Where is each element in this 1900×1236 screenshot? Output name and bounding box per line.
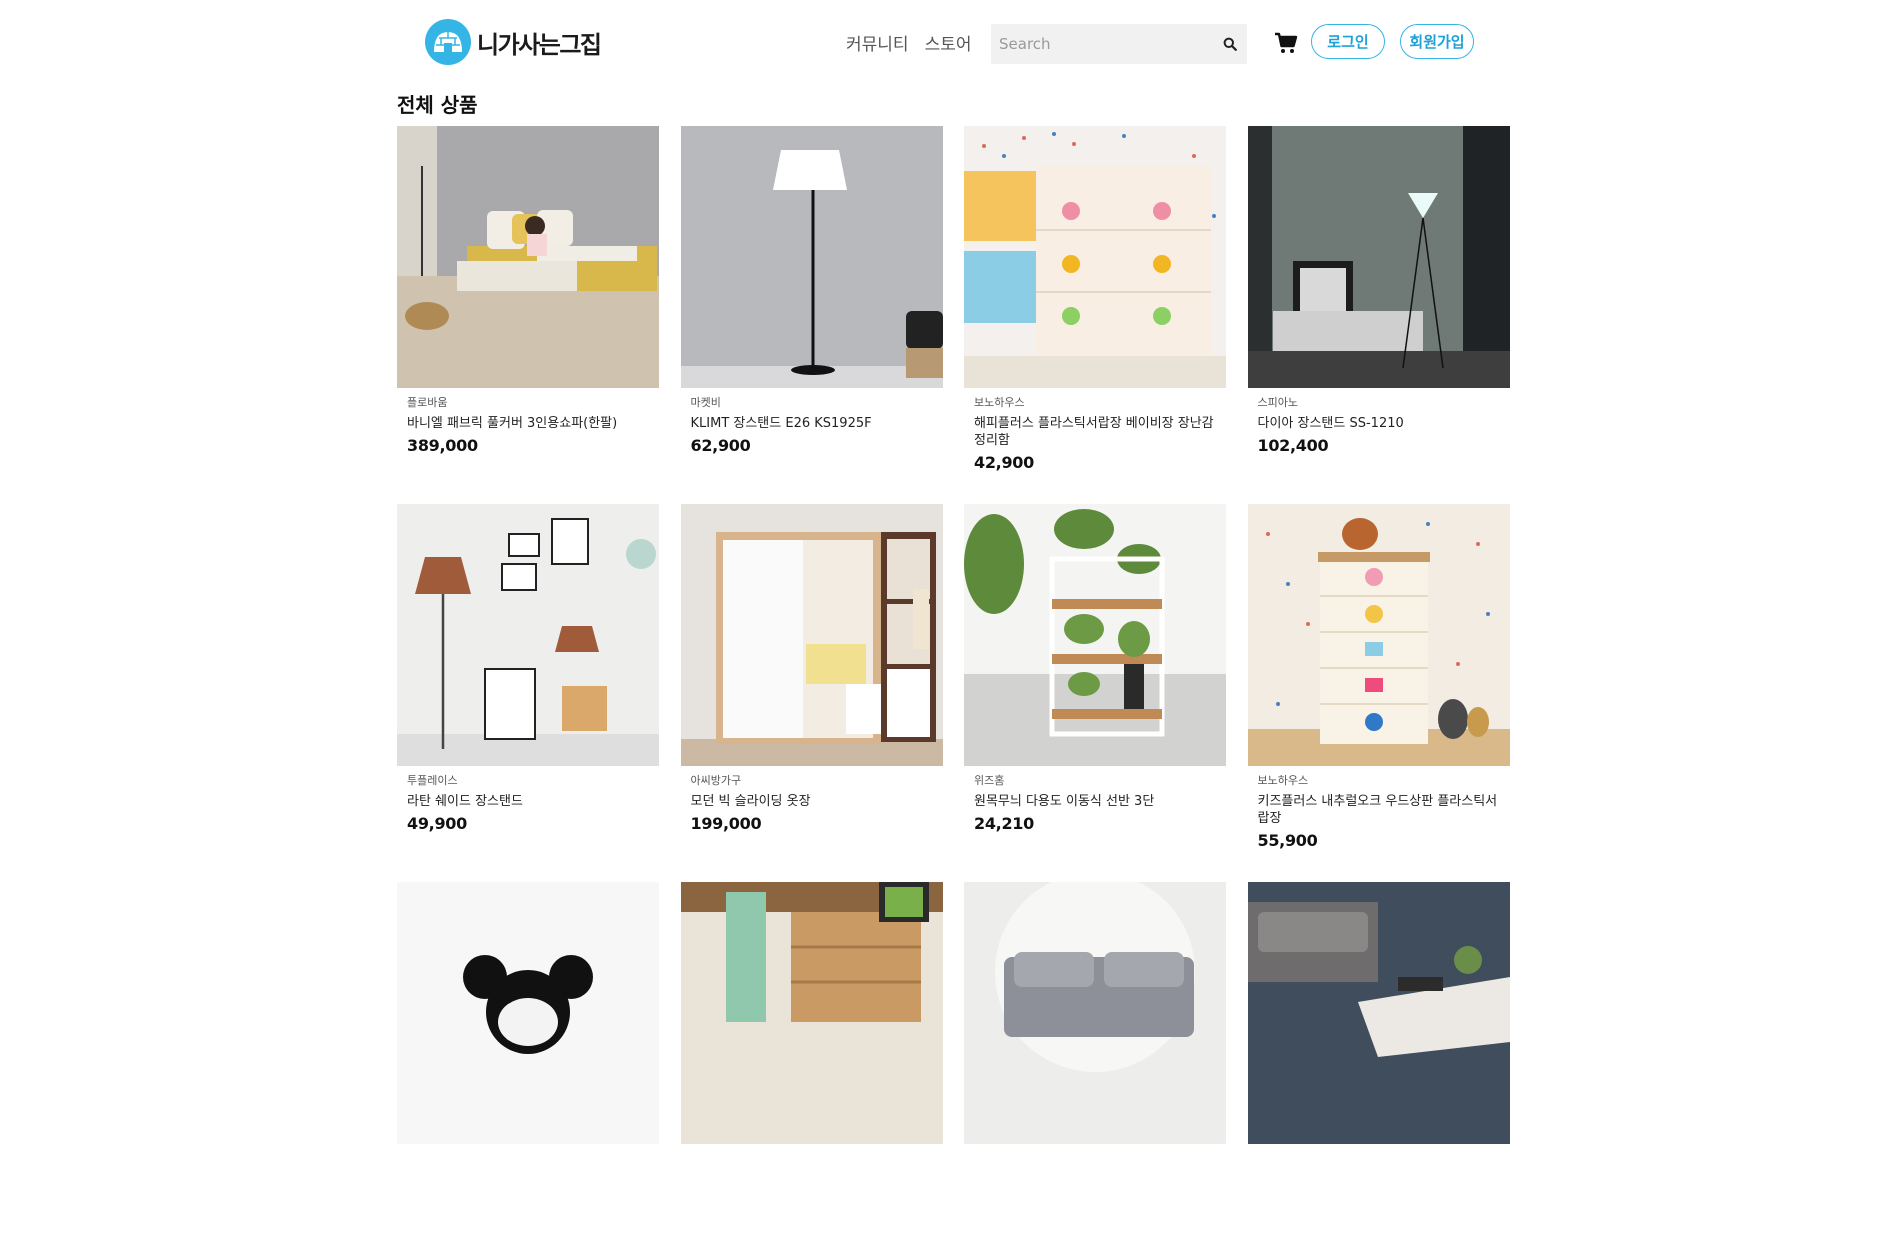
product-image-floor-lamp[interactable] — [680, 126, 943, 388]
product-card[interactable]: 아씨방가구 모던 빅 슬라이딩 옷장 199,000 — [680, 504, 943, 858]
product-image-wood-bookshelf[interactable] — [680, 882, 943, 1144]
product-brand: 플로바움 — [407, 396, 448, 409]
product-price: 55,900 — [1257, 831, 1318, 850]
product-card[interactable]: 위즈홈 원목무늬 다용도 이동식 선반 3단 24,210 — [964, 504, 1226, 858]
product-price: 49,900 — [407, 814, 467, 833]
login-button[interactable]: 로그인 — [1311, 24, 1385, 59]
signup-button[interactable]: 회원가입 — [1400, 24, 1474, 59]
product-card[interactable] — [397, 882, 659, 1236]
igloo-logo-icon — [425, 19, 471, 65]
product-name[interactable]: 키즈플러스 내추럴오크 우드상판 플라스틱서랍장 — [1258, 793, 1500, 827]
product-image-sliding-wardrobe[interactable] — [680, 504, 943, 766]
cart-icon[interactable] — [1274, 31, 1298, 55]
product-image-smiley-drawers[interactable] — [964, 126, 1226, 388]
product-brand: 투플레이스 — [407, 774, 458, 787]
product-name[interactable]: 원목무늬 다용도 이동식 선반 3단 — [974, 793, 1216, 810]
product-card[interactable]: 스피아노 다이아 장스탠드 SS-1210 102,400 — [1247, 126, 1510, 480]
search-input[interactable] — [991, 24, 1213, 64]
product-price: 389,000 — [407, 436, 478, 455]
product-name[interactable]: KLIMT 장스탠드 E26 KS1925F — [691, 415, 933, 432]
site-logo[interactable]: 니가사는그집 — [425, 19, 602, 65]
product-card[interactable]: 마켓비 KLIMT 장스탠드 E26 KS1925F 62,900 — [680, 126, 943, 480]
product-name[interactable]: 라탄 쉐이드 장스탠드 — [407, 793, 649, 810]
product-name[interactable]: 해피플러스 플라스틱서랍장 베이비장 장난감정리함 — [974, 415, 1216, 449]
product-image-plant-shelf[interactable] — [964, 504, 1226, 766]
product-price: 24,210 — [974, 814, 1034, 833]
section-title: 전체 상품 — [397, 93, 478, 117]
product-image-yellow-sofa[interactable] — [397, 126, 659, 388]
product-brand: 보노하우스 — [1257, 774, 1309, 787]
product-name[interactable]: 바니엘 패브릭 풀커버 3인용쇼파(한팔) — [407, 415, 649, 432]
product-card[interactable]: 보노하우스 키즈플러스 내추럴오크 우드상판 플라스틱서랍장 55,900 — [1247, 504, 1510, 858]
product-price: 42,900 — [974, 453, 1034, 472]
product-image-kids-drawers[interactable] — [1247, 504, 1510, 766]
product-image-mickey-lamp[interactable] — [397, 882, 659, 1144]
nav-community[interactable]: 커뮤니티 — [846, 30, 909, 55]
nav-store[interactable]: 스토어 — [925, 30, 972, 55]
product-brand: 아씨방가구 — [690, 774, 742, 787]
top-header: 니가사는그집 커뮤니티 스토어 로그인 회원가입 — [0, 0, 1900, 82]
product-image-coffee-table[interactable] — [1247, 882, 1510, 1144]
product-image-diamond-lamp[interactable] — [1247, 126, 1510, 388]
product-name[interactable]: 다이아 장스탠드 SS-1210 — [1258, 415, 1500, 432]
search-bar — [991, 24, 1247, 64]
product-name[interactable]: 모던 빅 슬라이딩 옷장 — [691, 793, 933, 810]
product-brand: 보노하우스 — [974, 396, 1025, 409]
product-card[interactable]: 투플레이스 라탄 쉐이드 장스탠드 49,900 — [397, 504, 659, 858]
product-brand: 위즈홈 — [974, 774, 1005, 787]
product-card[interactable] — [680, 882, 943, 1236]
product-price: 199,000 — [690, 814, 762, 833]
product-card[interactable] — [964, 882, 1226, 1236]
product-image-grey-sofa[interactable] — [964, 882, 1226, 1144]
product-image-rattan-lamp[interactable] — [397, 504, 659, 766]
search-icon[interactable] — [1213, 24, 1247, 64]
product-brand: 마켓비 — [690, 396, 721, 409]
main-nav: 커뮤니티 스토어 — [846, 30, 971, 55]
product-brand: 스피아노 — [1257, 396, 1298, 409]
product-price: 102,400 — [1257, 436, 1329, 455]
product-grid: 플로바움 바니엘 패브릭 풀커버 3인용쇼파(한팔) 389,000 마켓비 K… — [397, 126, 1510, 1236]
product-card[interactable]: 플로바움 바니엘 패브릭 풀커버 3인용쇼파(한팔) 389,000 — [397, 126, 659, 480]
product-card[interactable] — [1247, 882, 1510, 1236]
product-price: 62,900 — [690, 436, 751, 455]
product-card[interactable]: 보노하우스 해피플러스 플라스틱서랍장 베이비장 장난감정리함 42,900 — [964, 126, 1226, 480]
logo-text: 니가사는그집 — [477, 30, 602, 59]
